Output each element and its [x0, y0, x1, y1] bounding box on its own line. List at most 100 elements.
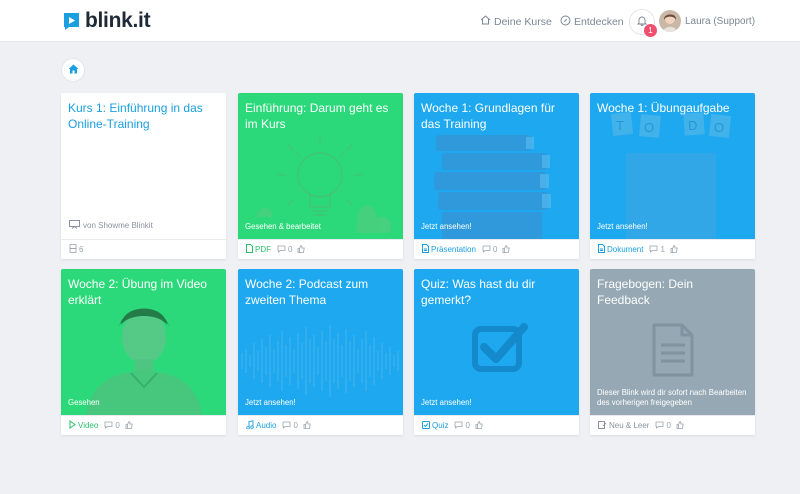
blink-card-body: Fragebogen: Dein Feedback Dieser Blink w… — [590, 269, 755, 415]
like-icon[interactable] — [502, 244, 511, 255]
play-icon — [69, 420, 76, 431]
nav-entdecken[interactable]: Entdecken — [560, 15, 624, 29]
new-empty-icon — [598, 420, 607, 431]
comment-icon[interactable] — [282, 421, 291, 431]
compass-icon — [560, 15, 571, 29]
home-breadcrumb-button[interactable] — [62, 59, 84, 81]
like-icon[interactable] — [676, 420, 684, 431]
comment-count: 0 — [492, 245, 498, 254]
like-icon[interactable] — [297, 244, 306, 255]
blink-card[interactable]: Woche 2: Podcast zum zweiten Thema Jetzt… — [238, 269, 403, 435]
blink-card[interactable]: Woche 1: Grundlagen für das Training Jet… — [414, 93, 579, 259]
comment-count: 0 — [465, 421, 470, 430]
like-icon[interactable] — [670, 244, 678, 255]
presentation-file-icon — [422, 244, 429, 255]
brand-logo[interactable]: blink.it — [63, 9, 151, 33]
home-outline-icon — [480, 15, 491, 28]
blinks-icon — [69, 244, 77, 255]
svg-text:D: D — [688, 118, 697, 133]
blink-card-body: Woche 2: Podcast zum zweiten Thema Jetzt… — [238, 269, 403, 415]
comment-icon[interactable] — [277, 245, 286, 255]
blink-card-footer: Präsentation 0 — [414, 239, 579, 259]
blink-title: Woche 2: Übung im Video erklärt — [68, 277, 207, 307]
blink-card-body: Woche 1: Grundlagen für das Training Jet… — [414, 93, 579, 239]
blink-card[interactable]: Quiz: Was hast du dir gemerkt? Jetzt ans… — [414, 269, 579, 435]
blink-card-body: Einführung: Darum geht es im Kurs Gesehe… — [238, 93, 403, 239]
blink-type-label: Audio — [256, 421, 277, 430]
comment-count: 0 — [115, 421, 120, 430]
course-author-text: von Showme Blinkit — [83, 221, 153, 230]
blink-card[interactable]: Woche 2: Übung im Video erklärt Gesehen … — [61, 269, 226, 435]
comment-icon[interactable] — [655, 421, 664, 431]
like-icon[interactable] — [303, 420, 311, 431]
blink-card-body: Woche 2: Übung im Video erklärt Gesehen — [61, 269, 226, 415]
course-card-footer: 6 — [61, 239, 226, 259]
course-card[interactable]: Kurs 1: Einführung in das Online-Trainin… — [61, 93, 226, 259]
course-title: Kurs 1: Einführung in das Online-Trainin… — [68, 101, 203, 131]
blink-status: Jetzt ansehen! — [245, 398, 296, 407]
document-file-icon — [598, 244, 605, 255]
brand-name: blink.it — [85, 9, 151, 32]
top-navigation-bar: blink.it Deine Kurse Entdecken 1 Laura (… — [0, 0, 800, 42]
blink-card-footer: Quiz 0 — [414, 415, 579, 435]
blink-type: PDF — [246, 244, 271, 255]
svg-text:O: O — [714, 120, 724, 135]
blink-title: Fragebogen: Dein Feedback — [597, 277, 694, 307]
course-card-body: Kurs 1: Einführung in das Online-Trainin… — [61, 93, 226, 239]
blink-title: Woche 2: Podcast zum zweiten Thema — [245, 277, 369, 307]
blink-status: Gesehen — [68, 398, 100, 407]
blink-card[interactable]: T O D O Woche 1: Übungaufgabe Jetzt anse… — [590, 93, 755, 259]
blink-status: Gesehen & bearbeitet — [245, 222, 321, 231]
blink-title: Woche 1: Grundlagen für das Training — [421, 101, 555, 131]
like-icon[interactable] — [125, 420, 133, 431]
svg-text:O: O — [644, 120, 654, 135]
blink-status: Dieser Blink wird dir sofort nach Bearbe… — [597, 388, 747, 407]
blink-type-label: Präsentation — [431, 245, 476, 254]
blink-type-label: Video — [78, 421, 99, 430]
blink-title: Einführung: Darum geht es im Kurs — [245, 101, 389, 131]
blink-card-body: Quiz: Was hast du dir gemerkt? Jetzt ans… — [414, 269, 579, 415]
course-author: von Showme Blinkit — [69, 220, 153, 231]
nav-deine-kurse[interactable]: Deine Kurse — [480, 15, 552, 28]
comment-count: 0 — [293, 421, 298, 430]
blink-type-label: Neu & Leer — [609, 421, 650, 430]
user-name[interactable]: Laura (Support) — [685, 16, 755, 27]
presentation-icon — [69, 220, 80, 231]
blink-card-footer: Dokument 1 — [590, 239, 755, 259]
comment-icon[interactable] — [649, 245, 658, 255]
comment-icon[interactable] — [482, 245, 491, 255]
blink-card-footer: Neu & Leer 0 — [590, 415, 755, 435]
blink-type: Audio — [246, 420, 276, 431]
blink-type-label: Dokument — [607, 245, 644, 254]
blink-status: Jetzt ansehen! — [597, 222, 648, 231]
comment-count: 0 — [288, 245, 293, 254]
blink-type: Präsentation — [422, 244, 476, 255]
blink-type: Video — [69, 420, 98, 431]
svg-text:T: T — [616, 118, 624, 133]
comment-icon[interactable] — [104, 421, 113, 431]
blink-card[interactable]: Einführung: Darum geht es im Kurs Gesehe… — [238, 93, 403, 259]
blink-type-label: Quiz — [432, 421, 449, 430]
course-blink-count: 6 — [79, 245, 84, 254]
nav-deine-kurse-label: Deine Kurse — [494, 15, 552, 28]
blink-type-label: PDF — [255, 245, 271, 254]
blink-card[interactable]: Fragebogen: Dein Feedback Dieser Blink w… — [590, 269, 755, 435]
blink-status: Jetzt ansehen! — [421, 398, 472, 407]
notifications-button[interactable]: 1 — [629, 9, 657, 37]
like-icon[interactable] — [475, 420, 483, 431]
blink-title: Woche 1: Übungaufgabe — [597, 101, 730, 115]
comment-count: 1 — [660, 245, 665, 254]
pdf-icon — [246, 244, 253, 255]
blink-card-body: T O D O Woche 1: Übungaufgabe Jetzt anse… — [590, 93, 755, 239]
blink-card-footer: Video 0 — [61, 415, 226, 435]
quiz-icon — [422, 420, 430, 431]
comment-count: 0 — [666, 421, 671, 430]
blink-type: Quiz — [422, 420, 449, 431]
comment-icon[interactable] — [454, 421, 463, 431]
user-avatar[interactable] — [659, 10, 681, 32]
blink-card-footer: PDF 0 — [238, 239, 403, 259]
nav-entdecken-label: Entdecken — [574, 16, 624, 28]
blink-title: Quiz: Was hast du dir gemerkt? — [421, 277, 536, 307]
blink-type: Dokument — [598, 244, 643, 255]
blink-card-footer: Audio 0 — [238, 415, 403, 435]
